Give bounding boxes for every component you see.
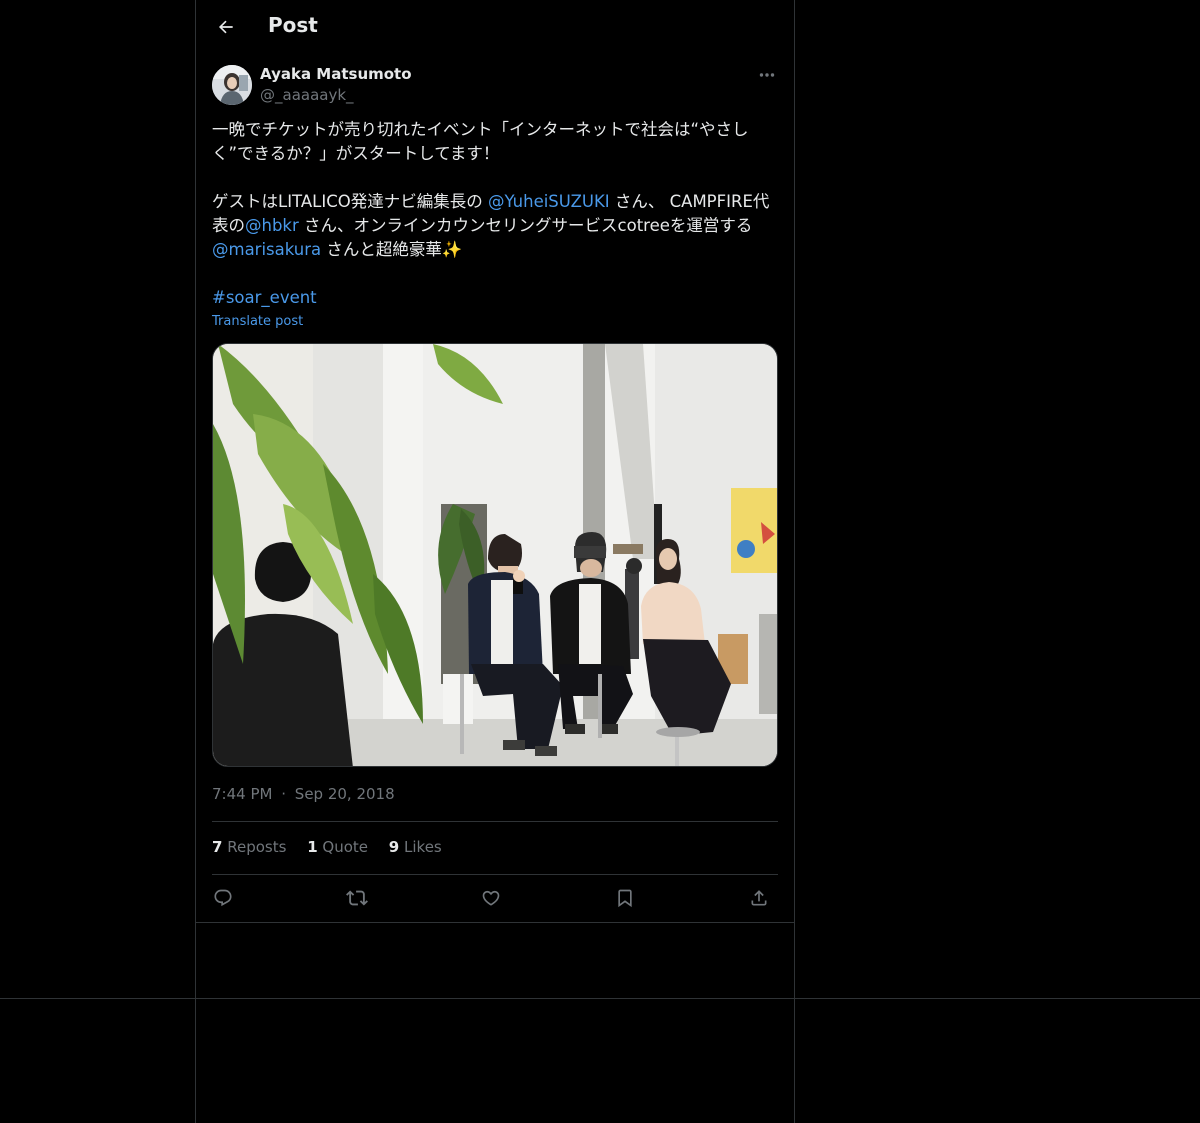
bookmark-button[interactable] (608, 880, 642, 916)
post-time[interactable]: 7:44 PM (212, 785, 272, 803)
translate-post-link[interactable]: Translate post (212, 314, 303, 329)
back-arrow-icon (218, 20, 233, 34)
thread-divider (196, 922, 794, 923)
post-text-line: 一晩でチケットが売り切れたイベント「インターネットで社会は“やさし (212, 120, 749, 139)
more-icon (759, 73, 775, 77)
post-date[interactable]: Sep 20, 2018 (295, 785, 395, 803)
post-text: 一晩でチケットが売り切れたイベント「インターネットで社会は“やさし く”できるか… (212, 118, 780, 310)
mention-link[interactable]: @YuheiSUZUKI (488, 192, 610, 211)
share-icon (751, 890, 767, 906)
like-icon (482, 890, 500, 906)
like-button[interactable] (474, 880, 508, 916)
share-button[interactable] (742, 880, 776, 916)
post-text-line: @marisakura さんと超絶豪華✨ (212, 240, 463, 259)
back-button[interactable] (208, 9, 244, 45)
post-text-line: 表の@hbkr さん、オンラインカウンセリングサービスcotreeを運営する (212, 216, 753, 235)
timestamp-separator: · (281, 785, 287, 803)
author-handle[interactable]: @_aaaaayk_ (260, 86, 354, 104)
post-actions (212, 880, 778, 916)
hashtag-link[interactable]: #soar_event (212, 288, 317, 307)
mention-link[interactable]: @hbkr (245, 216, 299, 235)
avatar[interactable] (212, 65, 252, 105)
divider (212, 821, 778, 822)
divider (212, 874, 778, 875)
bookmark-icon (618, 889, 632, 908)
post-stats: 7 Reposts 1 Quote 9 Likes (212, 838, 458, 856)
post-text-line: #soar_event (212, 286, 780, 310)
reply-icon (214, 889, 232, 907)
page-header: Post (196, 0, 794, 54)
quotes-stat[interactable]: 1 Quote (307, 838, 368, 856)
repost-button[interactable] (340, 880, 374, 916)
author-display-name[interactable]: Ayaka Matsumoto (260, 65, 412, 83)
page-title: Post (268, 13, 318, 37)
likes-stat[interactable]: 9 Likes (389, 838, 442, 856)
reposts-stat[interactable]: 7 Reposts (212, 838, 286, 856)
more-options-button[interactable] (754, 64, 780, 86)
post-text-line: く”できるか？」がスタートしてます！ (212, 144, 500, 163)
repost-icon (346, 890, 368, 906)
post-text-line: ゲストはLITALICO発達ナビ編集長の @YuheiSUZUKI さん、 CA… (212, 192, 770, 211)
post-timestamp: 7:44 PM · Sep 20, 2018 (212, 785, 395, 803)
reply-button[interactable] (206, 880, 240, 916)
post-photo[interactable] (212, 343, 778, 767)
primary-column: Post Ayaka Matsumoto @_aaaaayk_ 一晩でチケットが… (195, 0, 795, 1123)
post-author: Ayaka Matsumoto @_aaaaayk_ (212, 64, 780, 108)
mention-link[interactable]: @marisakura (212, 240, 321, 259)
